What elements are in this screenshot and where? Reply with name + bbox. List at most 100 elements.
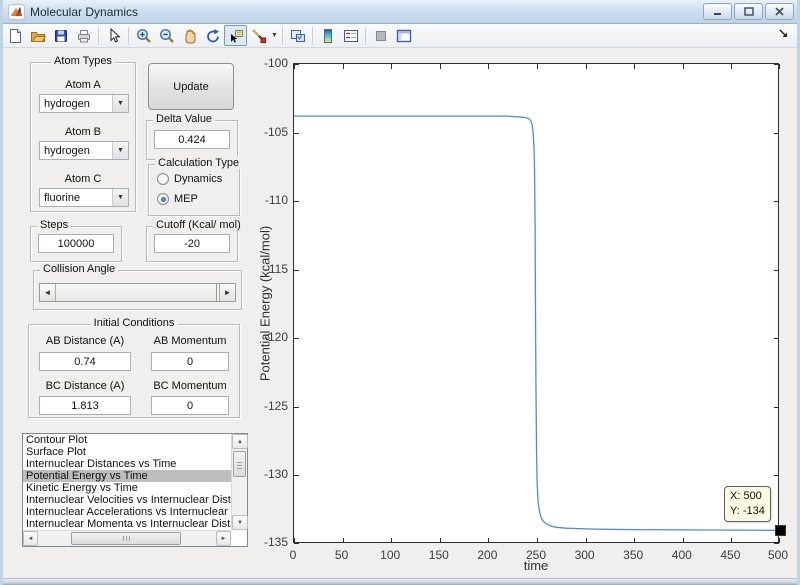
x-tick-mark	[683, 64, 684, 69]
x-tick-label: 150	[419, 548, 459, 562]
minimize-icon	[713, 7, 722, 16]
vscroll-thumb[interactable]	[233, 451, 246, 477]
dock-figure-icon[interactable]	[778, 28, 790, 40]
hide-plot-tools-button[interactable]	[369, 25, 392, 46]
scroll-down-icon[interactable]: ▼	[232, 515, 248, 530]
zoom-out-button[interactable]	[155, 25, 178, 46]
y-tick-label: -105	[248, 125, 288, 139]
steps-field[interactable]	[38, 234, 114, 253]
x-tick-mark	[537, 64, 538, 69]
radio-icon[interactable]	[157, 193, 169, 205]
dynamics-radio-label: Dynamics	[174, 173, 222, 185]
slider-thumb[interactable]	[56, 284, 217, 301]
brush-dropdown-arrow[interactable]: ▼	[270, 32, 279, 39]
plot-type-listbox[interactable]: Contour PlotSurface PlotInternuclear Dis…	[22, 433, 248, 547]
datatip-y: Y: -134	[730, 504, 765, 519]
collision-angle-slider[interactable]: ◄ ►	[39, 283, 236, 302]
list-item[interactable]: Internuclear Distances vs Time	[23, 458, 231, 470]
brush-icon	[251, 28, 267, 44]
atom-a-dropdown[interactable]: hydrogen ▼	[39, 94, 129, 113]
list-item[interactable]: Potential Energy vs Time	[23, 470, 231, 482]
x-tick-label: 50	[322, 548, 362, 562]
x-tick-mark	[391, 538, 392, 543]
x-tick-mark	[440, 64, 441, 69]
radio-icon[interactable]	[157, 173, 169, 185]
window-bottom-border	[0, 578, 800, 585]
y-tick-mark	[774, 270, 779, 271]
ab-momentum-field[interactable]	[151, 352, 229, 371]
horizontal-scrollbar[interactable]: ◄ ►	[23, 530, 231, 546]
y-tick-mark	[294, 543, 299, 544]
slider-right-arrow-icon[interactable]: ►	[219, 284, 235, 301]
zoom-in-button[interactable]	[132, 25, 155, 46]
rotate-3d-button[interactable]	[201, 25, 224, 46]
chevron-down-icon: ▼	[112, 189, 128, 206]
x-tick-label: 200	[467, 548, 507, 562]
pan-button[interactable]	[178, 25, 201, 46]
atom-b-dropdown[interactable]: hydrogen ▼	[39, 141, 129, 160]
maximize-button[interactable]	[734, 3, 763, 20]
scroll-right-icon[interactable]: ►	[216, 531, 231, 546]
list-item[interactable]: Internuclear Velocities vs Internuclear …	[23, 494, 231, 506]
slider-left-arrow-icon[interactable]: ◄	[40, 284, 56, 301]
x-tick-mark	[343, 538, 344, 543]
x-tick-label: 250	[516, 548, 556, 562]
atom-c-dropdown[interactable]: fluorine ▼	[39, 188, 129, 207]
y-tick-mark	[294, 270, 299, 271]
data-cursor-button[interactable]	[224, 25, 247, 46]
show-plot-tools-button[interactable]	[392, 25, 415, 46]
x-tick-mark	[440, 538, 441, 543]
y-axis-label: Potential Energy (kcal/mol)	[258, 214, 273, 394]
y-tick-mark	[774, 407, 779, 408]
pan-hand-icon	[182, 28, 198, 44]
edit-arrow-button[interactable]	[102, 25, 125, 46]
x-tick-label: 450	[710, 548, 750, 562]
hscroll-thumb[interactable]	[71, 532, 181, 545]
delta-value-field[interactable]	[154, 130, 230, 149]
ab-momentum-label: AB Momentum	[147, 335, 233, 347]
list-item[interactable]: Internuclear Accelerations vs Internucle…	[23, 506, 231, 518]
scroll-left-icon[interactable]: ◄	[23, 531, 38, 546]
insert-legend-button[interactable]	[339, 25, 362, 46]
minimize-button[interactable]	[703, 3, 732, 20]
ab-distance-field[interactable]	[39, 352, 131, 371]
new-file-button[interactable]	[3, 25, 26, 46]
save-button[interactable]	[49, 25, 72, 46]
print-button[interactable]	[72, 25, 95, 46]
y-tick-mark	[774, 201, 779, 202]
open-file-button[interactable]	[26, 25, 49, 46]
list-item[interactable]: Internuclear Momenta vs Internuclear Dis…	[23, 518, 231, 530]
vertical-scrollbar[interactable]: ▲ ▼	[231, 434, 247, 530]
initial-conditions-panel: Initial Conditions AB Distance (A) AB Mo…	[28, 324, 240, 418]
mep-radio-row[interactable]: MEP	[157, 193, 198, 205]
bc-momentum-field[interactable]	[151, 396, 229, 415]
datatip-marker[interactable]	[775, 525, 786, 536]
steps-panel: Steps	[30, 226, 122, 262]
insert-colorbar-button[interactable]	[316, 25, 339, 46]
bc-distance-label: BC Distance (A)	[35, 380, 135, 392]
y-tick-mark	[294, 407, 299, 408]
brush-button[interactable]	[247, 25, 270, 46]
link-plots-button[interactable]	[286, 25, 309, 46]
x-tick-label: 0	[273, 548, 313, 562]
list-item[interactable]: Contour Plot	[23, 434, 231, 446]
plot-axes[interactable]: X: 500 Y: -134	[293, 63, 779, 543]
x-tick-mark	[391, 64, 392, 69]
scroll-up-icon[interactable]: ▲	[232, 434, 248, 449]
close-icon	[775, 7, 784, 16]
x-tick-mark	[634, 64, 635, 69]
bc-distance-field[interactable]	[39, 396, 131, 415]
cutoff-field[interactable]	[154, 234, 230, 253]
list-item[interactable]: Kinetic Energy vs Time	[23, 482, 231, 494]
atom-c-label: Atom C	[31, 173, 135, 185]
close-button[interactable]	[765, 3, 794, 20]
y-tick-label: -135	[248, 535, 288, 549]
matlab-logo-icon	[8, 4, 25, 20]
update-button[interactable]: Update	[148, 63, 234, 110]
title-bar[interactable]: Molecular Dynamics	[0, 0, 800, 24]
toolbar-separator	[365, 27, 366, 45]
list-item[interactable]: Surface Plot	[23, 446, 231, 458]
dynamics-radio-row[interactable]: Dynamics	[157, 173, 222, 185]
window-title: Molecular Dynamics	[30, 5, 138, 19]
x-tick-label: 500	[758, 548, 798, 562]
